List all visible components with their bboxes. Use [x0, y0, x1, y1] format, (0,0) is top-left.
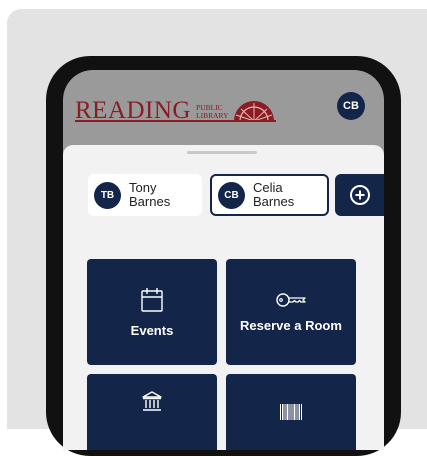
account-chip-avatar: CB — [218, 181, 245, 209]
logo-underline — [75, 120, 245, 122]
key-icon — [275, 292, 307, 308]
bottom-sheet: TB Tony Barnes CB Celia Barnes Events Re… — [63, 145, 384, 450]
account-avatar-button[interactable]: CB — [337, 92, 365, 120]
account-chip-name: Tony Barnes — [129, 181, 170, 209]
account-chip-tony[interactable]: TB Tony Barnes — [88, 174, 202, 216]
library-logo: READING PUBLIC LIBRARY — [75, 96, 276, 124]
account-first-name: Celia — [253, 180, 283, 195]
sheet-drag-handle[interactable] — [187, 151, 257, 154]
add-account-button[interactable] — [335, 174, 384, 216]
logo-reading-text: READING — [75, 97, 191, 124]
account-chip-name: Celia Barnes — [253, 181, 294, 209]
tile-events[interactable]: Events — [87, 259, 217, 365]
account-first-name: Tony — [129, 180, 157, 195]
tile-label: Reserve a Room — [240, 317, 342, 333]
account-chip-celia[interactable]: CB Celia Barnes — [210, 174, 329, 216]
account-last-name: Barnes — [253, 194, 295, 209]
library-building-icon — [141, 390, 163, 412]
account-chip-avatar: TB — [94, 181, 121, 209]
tile-barcode[interactable] — [226, 374, 356, 450]
tile-label: Events — [130, 322, 174, 338]
phone-screen: READING PUBLIC LIBRARY CB TB Tony Barnes — [63, 70, 384, 450]
plus-circle-icon — [349, 185, 370, 205]
tile-library[interactable] — [87, 374, 217, 450]
account-last-name: Barnes — [129, 194, 171, 209]
logo-library-text: LIBRARY — [196, 111, 229, 120]
tile-reserve-room[interactable]: Reserve a Room — [226, 259, 356, 365]
barcode-icon — [279, 404, 303, 420]
calendar-icon — [140, 287, 164, 313]
logo-dome-icon — [231, 101, 276, 122]
